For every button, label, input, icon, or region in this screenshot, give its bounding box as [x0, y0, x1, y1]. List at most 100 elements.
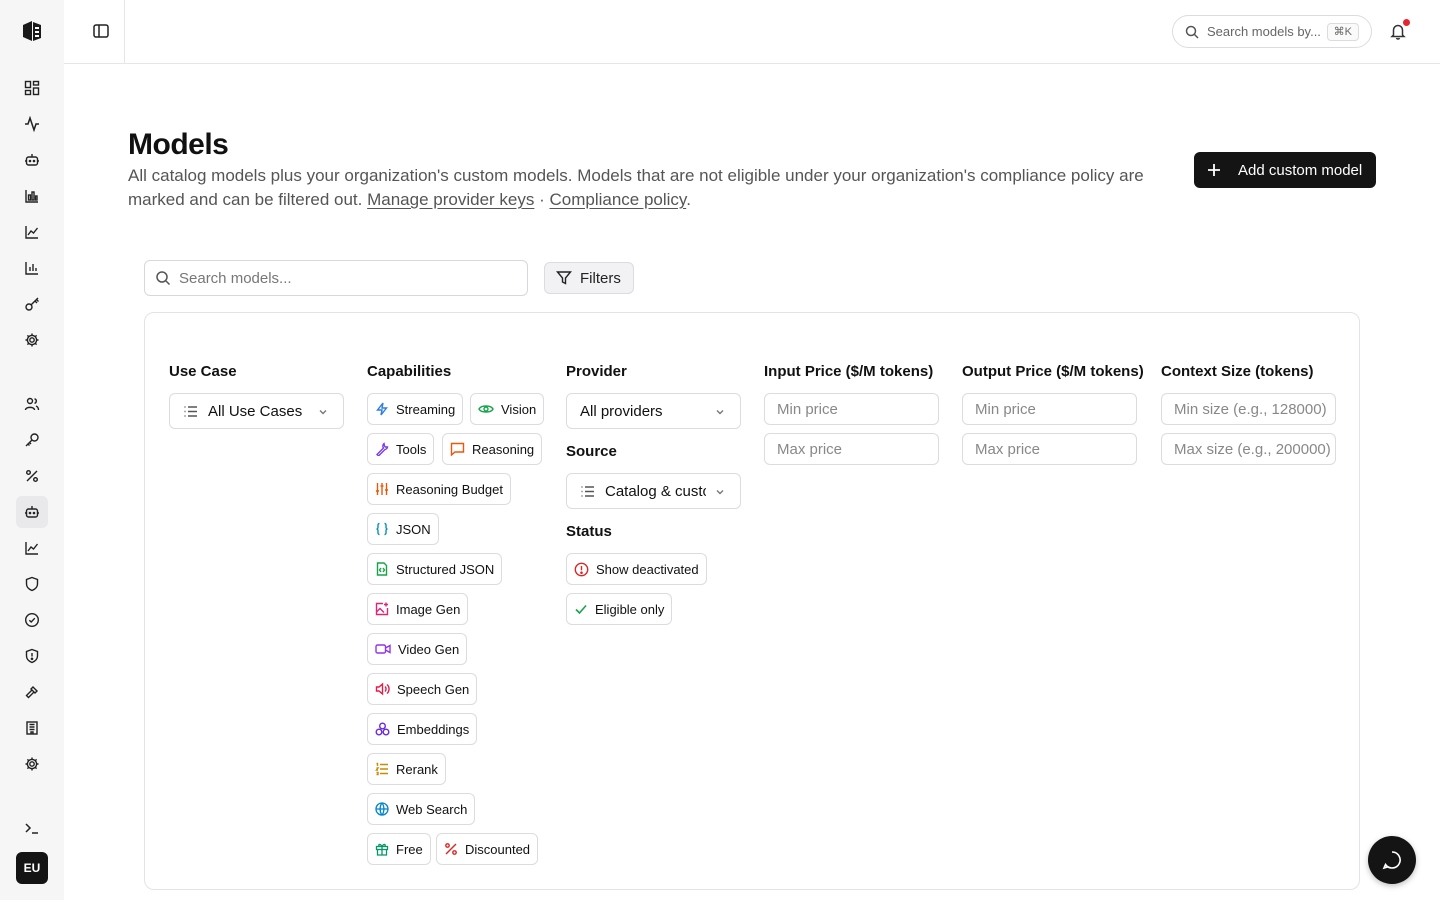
- avatar[interactable]: EU: [16, 852, 48, 884]
- dashboard-icon[interactable]: [16, 72, 48, 104]
- hammer-icon[interactable]: [16, 676, 48, 708]
- capabilities-label: Capabilities: [367, 363, 452, 380]
- chip-json[interactable]: JSON: [367, 513, 439, 545]
- users-icon[interactable]: [16, 388, 48, 420]
- search-icon: [1185, 25, 1199, 39]
- source-select[interactable]: Catalog & custom: [566, 473, 741, 509]
- lightning-icon: [376, 402, 388, 416]
- chip-tools[interactable]: Tools: [367, 433, 435, 465]
- line-chart-icon[interactable]: [16, 216, 48, 248]
- message-square-icon: [450, 442, 465, 456]
- chip-label: Image Gen: [396, 601, 461, 617]
- context-size-max[interactable]: [1161, 433, 1336, 465]
- filters-label: Filters: [580, 269, 621, 287]
- braces-icon: [376, 522, 388, 536]
- search-icon: [155, 270, 171, 286]
- boxes-icon: [375, 722, 390, 736]
- input-price-min[interactable]: [764, 393, 939, 425]
- chip-free[interactable]: Free: [367, 833, 431, 865]
- shield-icon[interactable]: [16, 568, 48, 600]
- chip-embeddings[interactable]: Embeddings: [367, 713, 478, 745]
- chip-image-gen[interactable]: Image Gen: [367, 593, 469, 625]
- chip-label: Embeddings: [397, 721, 470, 737]
- chip-label: Web Search: [396, 801, 468, 817]
- filters-button[interactable]: Filters: [544, 262, 634, 294]
- chip-speech-gen[interactable]: Speech Gen: [367, 673, 478, 705]
- bot-active-icon[interactable]: [16, 496, 48, 528]
- list-icon: [184, 405, 197, 417]
- check-icon: [575, 604, 587, 615]
- bar-chart-icon[interactable]: [16, 180, 48, 212]
- page-title: Models: [128, 128, 229, 161]
- sidebar: EU: [0, 0, 64, 900]
- chip-label: Eligible only: [595, 601, 665, 617]
- chip-vision[interactable]: Vision: [470, 393, 545, 425]
- models-search[interactable]: [144, 260, 528, 296]
- status-label: Status: [566, 523, 612, 540]
- description-period: .: [686, 190, 691, 209]
- show-deactivated-toggle[interactable]: Show deactivated: [566, 553, 707, 585]
- chip-web-search[interactable]: Web Search: [367, 793, 476, 825]
- compliance-policy-link[interactable]: Compliance policy: [549, 190, 686, 209]
- bot-icon[interactable]: [16, 144, 48, 176]
- percent-icon: [445, 843, 457, 855]
- chip-reasoning-budget[interactable]: Reasoning Budget: [367, 473, 511, 505]
- chip-label: Tools: [396, 441, 427, 457]
- chip-discounted[interactable]: Discounted: [436, 833, 539, 865]
- filter-panel: Use Case All Use Cases Capabilities Stre…: [144, 312, 1360, 890]
- check-circle-icon[interactable]: [16, 604, 48, 636]
- chip-label: Speech Gen: [397, 681, 470, 697]
- gift-icon: [375, 843, 389, 856]
- sidebar-toggle-icon[interactable]: [92, 22, 110, 40]
- chip-reasoning[interactable]: Reasoning: [442, 433, 543, 465]
- activity-icon[interactable]: [16, 108, 48, 140]
- key-icon[interactable]: [16, 288, 48, 320]
- chip-label: Vision: [501, 401, 537, 417]
- manage-provider-keys-link[interactable]: Manage provider keys: [367, 190, 534, 209]
- context-size-label: Context Size (tokens): [1161, 363, 1314, 380]
- global-search[interactable]: Search models by... ⌘K: [1172, 15, 1372, 48]
- plus-icon: [1206, 162, 1222, 178]
- chevron-down-icon: [714, 486, 726, 498]
- output-price-min[interactable]: [962, 393, 1137, 425]
- chip-label: Free: [396, 841, 423, 857]
- chip-label: JSON: [396, 521, 431, 537]
- chip-streaming[interactable]: Streaming: [367, 393, 464, 425]
- shield-alert-icon[interactable]: [16, 640, 48, 672]
- context-size-min[interactable]: [1161, 393, 1336, 425]
- logo[interactable]: [20, 19, 44, 43]
- eligible-only-toggle[interactable]: Eligible only: [566, 593, 673, 625]
- chip-video-gen[interactable]: Video Gen: [367, 633, 468, 665]
- link-separator: ·: [534, 190, 550, 209]
- global-search-placeholder: Search models by...: [1207, 24, 1321, 39]
- chip-rerank[interactable]: Rerank: [367, 753, 446, 785]
- volume-icon: [375, 682, 390, 696]
- settings-icon[interactable]: [16, 324, 48, 356]
- image-plus-icon: [375, 602, 389, 616]
- top-header: Search models by... ⌘K: [64, 0, 1440, 64]
- models-search-input[interactable]: [179, 269, 499, 287]
- percent-icon[interactable]: [16, 460, 48, 492]
- cog-icon[interactable]: [16, 748, 48, 780]
- chip-label: Video Gen: [398, 641, 460, 657]
- terminal-icon[interactable]: [16, 812, 48, 844]
- chip-structured-json[interactable]: Structured JSON: [367, 553, 503, 585]
- output-price-label: Output Price ($/M tokens): [962, 363, 1144, 380]
- chip-label: Rerank: [396, 761, 438, 777]
- chat-button[interactable]: [1368, 836, 1416, 884]
- add-custom-model-button[interactable]: Add custom model: [1194, 152, 1376, 188]
- building-icon[interactable]: [16, 712, 48, 744]
- chip-label: Discounted: [465, 841, 531, 857]
- use-case-select[interactable]: All Use Cases: [169, 393, 344, 429]
- search-shortcut: ⌘K: [1326, 23, 1359, 41]
- column-chart-icon[interactable]: [16, 252, 48, 284]
- globe-icon: [375, 802, 389, 816]
- output-price-max[interactable]: [962, 433, 1137, 465]
- input-price-max[interactable]: [764, 433, 939, 465]
- list-ordered-icon: [375, 762, 388, 776]
- add-custom-model-label: Add custom model: [1238, 161, 1363, 179]
- use-case-label: Use Case: [169, 363, 237, 380]
- trend-icon[interactable]: [16, 532, 48, 564]
- provider-select[interactable]: All providers: [566, 393, 741, 429]
- key-round-icon[interactable]: [16, 424, 48, 456]
